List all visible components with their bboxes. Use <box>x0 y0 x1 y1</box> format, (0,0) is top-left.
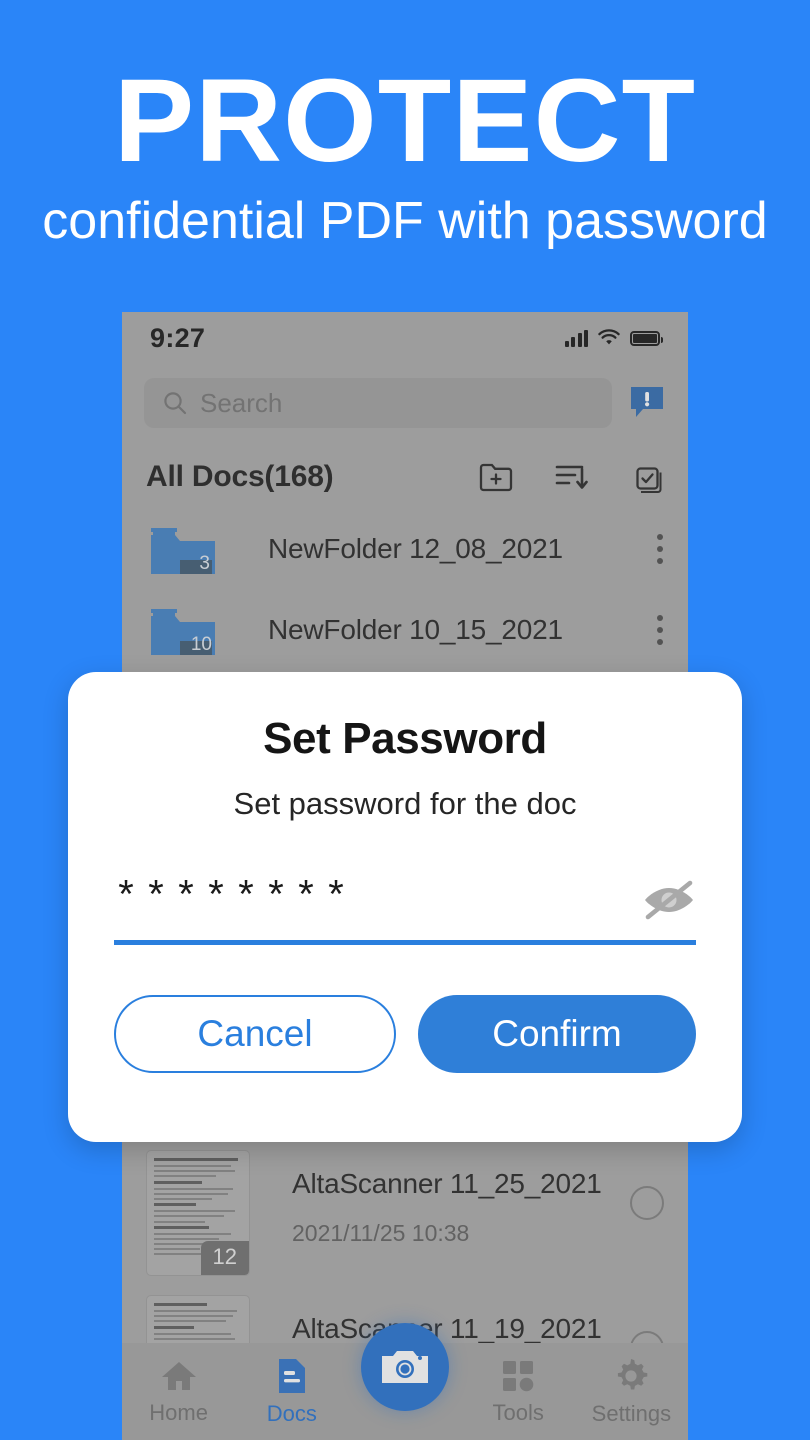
select-all-icon[interactable] <box>630 461 664 493</box>
document-meta: AltaScanner 11_25_2021 2021/11/25 10:38 <box>292 1150 602 1247</box>
gear-icon <box>618 1358 648 1389</box>
nav-item-home[interactable]: Home <box>122 1358 235 1426</box>
wifi-icon <box>598 329 620 345</box>
search-input[interactable]: Search <box>144 378 612 428</box>
document-meta: AltaScanner 11_19_2021 <box>292 1295 602 1345</box>
search-icon <box>164 392 187 415</box>
document-date: 2021/11/25 10:38 <box>292 1220 470 1246</box>
document-thumbnail: 12 <box>146 1150 250 1276</box>
promo-banner: PROTECT confidential PDF with password 9… <box>0 0 810 1440</box>
folder-icon: 10 <box>146 601 220 659</box>
list-item[interactable]: 3 NewFolder 12_08_2021 <box>122 508 688 589</box>
nav-label: Docs <box>266 1400 317 1426</box>
nav-item-docs[interactable]: Docs <box>235 1357 348 1427</box>
add-folder-icon[interactable] <box>478 461 514 493</box>
page-title: PROTECT <box>113 55 697 187</box>
set-password-dialog: Set Password Set password for the doc **… <box>68 672 742 1142</box>
home-icon <box>161 1361 196 1390</box>
list-item[interactable]: 12 AltaScanner 11_25_2021 2021/11/25 10:… <box>122 1136 688 1281</box>
feedback-bubble-icon[interactable] <box>628 384 666 422</box>
more-options-icon[interactable] <box>656 614 664 645</box>
nav-item-tools[interactable]: Tools <box>462 1358 575 1426</box>
status-clock: 9:27 <box>150 322 206 353</box>
search-row: Search <box>122 372 688 434</box>
eye-off-icon[interactable] <box>642 878 696 922</box>
status-indicators <box>564 329 663 347</box>
folder-count: 3 <box>199 552 210 574</box>
password-input[interactable]: ******** <box>114 880 354 920</box>
nav-item-settings[interactable]: Settings <box>575 1357 688 1427</box>
document-name: AltaScanner 11_19_2021 <box>292 1313 602 1344</box>
dialog-actions: Cancel Confirm <box>114 995 696 1073</box>
status-bar: 9:27 <box>122 312 688 364</box>
dialog-subtitle: Set password for the doc <box>233 786 577 821</box>
folder-name: NewFolder 10_15_2021 <box>268 613 563 645</box>
list-item[interactable]: 10 NewFolder 10_15_2021 <box>122 589 688 670</box>
grid-icon <box>503 1360 534 1391</box>
folder-count: 10 <box>190 633 212 655</box>
dialog-title: Set Password <box>263 714 547 763</box>
document-name: AltaScanner 11_25_2021 <box>292 1168 602 1199</box>
nav-label: Settings <box>591 1400 672 1426</box>
bottom-navigation: Home Docs Tools Settings <box>122 1323 688 1440</box>
battery-icon <box>630 330 663 346</box>
confirm-button[interactable]: Confirm <box>418 995 696 1073</box>
docs-actions <box>478 461 664 493</box>
docs-title: All Docs(168) <box>146 460 334 493</box>
docs-header: All Docs(168) <box>122 446 688 508</box>
folder-icon: 3 <box>146 520 220 578</box>
search-placeholder: Search <box>200 387 283 418</box>
more-options-icon[interactable] <box>656 533 664 564</box>
page-count-badge: 12 <box>200 1241 249 1275</box>
select-checkbox[interactable] <box>630 1186 664 1220</box>
page-subtitle: confidential PDF with password <box>42 192 768 250</box>
sort-icon[interactable] <box>554 461 590 493</box>
camera-icon <box>382 1351 428 1383</box>
cancel-button[interactable]: Cancel <box>114 995 396 1073</box>
password-field[interactable]: ******** <box>114 878 696 945</box>
camera-fab-button[interactable] <box>361 1323 449 1411</box>
nav-label: Home <box>149 1399 208 1425</box>
cellular-signal-icon <box>564 329 588 347</box>
folder-name: NewFolder 12_08_2021 <box>268 532 563 564</box>
document-icon <box>278 1358 305 1393</box>
nav-label: Tools <box>492 1399 544 1425</box>
